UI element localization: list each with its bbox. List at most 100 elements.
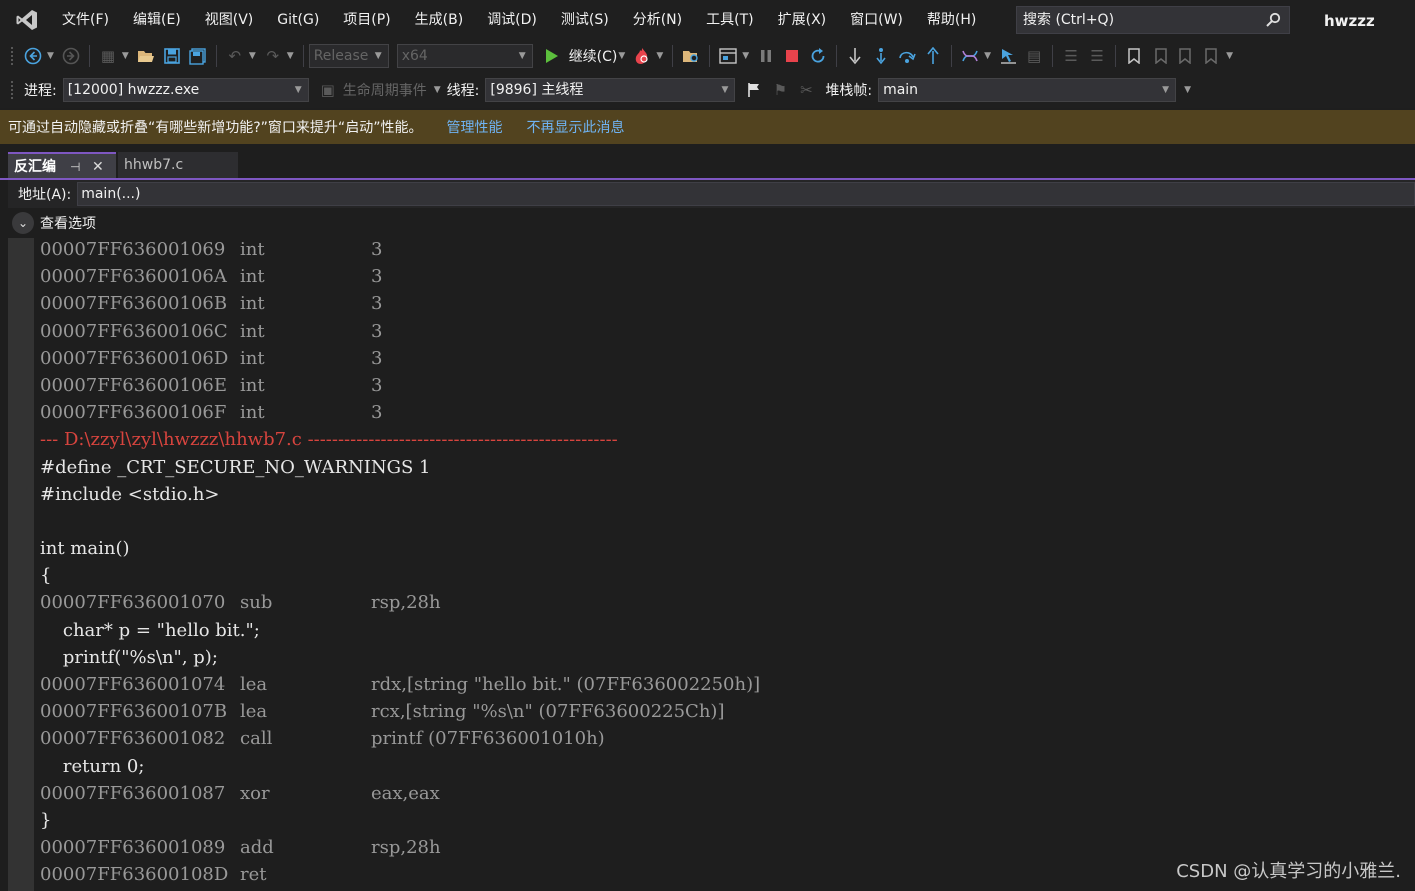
- undo-icon[interactable]: ↶: [224, 45, 246, 67]
- chevron-down-icon[interactable]: ▼: [656, 51, 663, 61]
- pin-icon[interactable]: ⊣: [70, 154, 80, 180]
- instruction-address: 00007FF63600106B: [40, 293, 228, 315]
- save-all-icon[interactable]: [187, 45, 209, 67]
- show-threads-icon[interactable]: [959, 45, 981, 67]
- visual-studio-logo-icon[interactable]: [12, 5, 42, 35]
- chevron-down-icon[interactable]: ▼: [1226, 51, 1233, 61]
- disassembly-line: 00007FF63600107B lea rcx,[string "%s\n" (0…: [40, 698, 1410, 725]
- source-line: return 0;: [40, 753, 1410, 780]
- lifecycle-events-icon[interactable]: ▣: [317, 79, 339, 101]
- tab-source-file[interactable]: hhwb7.c: [118, 152, 238, 178]
- break-all-icon[interactable]: [755, 45, 777, 67]
- tab-disassembly[interactable]: 反汇编 ⊣ ✕: [8, 152, 116, 178]
- show-next-statement-icon[interactable]: ▤: [1023, 45, 1045, 67]
- chevron-down-icon: ▼: [518, 51, 526, 61]
- platform-dropdown[interactable]: x64 ▼: [396, 44, 533, 68]
- menu-view[interactable]: 视图(V): [193, 0, 266, 40]
- address-input[interactable]: main(...): [77, 182, 1415, 206]
- menu-analyze[interactable]: 分析(N): [621, 0, 694, 40]
- chevron-down-icon[interactable]: ▼: [618, 51, 625, 61]
- menu-project[interactable]: 项目(P): [331, 0, 402, 40]
- restart-icon[interactable]: [807, 45, 829, 67]
- redo-icon[interactable]: ↷: [262, 45, 284, 67]
- hot-reload-icon[interactable]: [631, 45, 653, 67]
- disassembly-view[interactable]: 00007FF636001069 int 3 00007FF63600106A int 3…: [40, 236, 1410, 891]
- source-code-text: printf("%s\n", p);: [40, 646, 218, 668]
- stackframe-dropdown[interactable]: main ▼: [878, 78, 1177, 102]
- chevron-down-icon[interactable]: ▼: [122, 51, 129, 61]
- menu-extensions[interactable]: 扩展(X): [766, 0, 839, 40]
- watermark-text: CSDN @认真学习的小雅兰.: [1176, 861, 1401, 882]
- instruction-address: 00007FF636001089: [40, 837, 226, 859]
- new-project-icon[interactable]: ▦: [97, 45, 119, 67]
- configuration-dropdown[interactable]: Release ▼: [308, 44, 389, 68]
- open-in-explorer-icon[interactable]: [680, 45, 702, 67]
- chevron-down-icon[interactable]: ▼: [287, 51, 294, 61]
- menu-window[interactable]: 窗口(W): [838, 0, 915, 40]
- decrease-indent-icon[interactable]: ☰: [1060, 45, 1082, 67]
- open-folder-icon[interactable]: [135, 45, 157, 67]
- menu-help[interactable]: 帮助(H): [915, 0, 988, 40]
- indicator-margin[interactable]: [8, 238, 34, 891]
- navigate-forward-icon[interactable]: [60, 45, 82, 67]
- process-dropdown[interactable]: [12000] hwzzz.exe ▼: [62, 78, 309, 102]
- menu-tools[interactable]: 工具(T): [694, 0, 765, 40]
- menu-debug[interactable]: 调试(D): [475, 0, 549, 40]
- process-label: 进程:: [24, 83, 57, 99]
- continue-play-icon[interactable]: [541, 45, 563, 67]
- chevron-down-icon[interactable]: ▼: [1184, 85, 1191, 95]
- chevron-down-icon[interactable]: ⌄: [12, 212, 34, 234]
- source-code-text: #include <stdio.h>: [40, 483, 220, 505]
- step-over-icon[interactable]: [896, 45, 918, 67]
- next-bookmark-icon[interactable]: [1175, 45, 1197, 67]
- menu-file[interactable]: 文件(F): [50, 0, 121, 40]
- chevron-down-icon: ▼: [374, 51, 382, 61]
- thread-value: [9896] 主线程: [490, 82, 584, 98]
- instruction-mnemonic: xor: [240, 782, 270, 804]
- chevron-down-icon[interactable]: ▼: [249, 51, 256, 61]
- instruction-address: 00007FF63600106D: [40, 347, 229, 369]
- chevron-down-icon[interactable]: ▼: [742, 51, 749, 61]
- menu-build[interactable]: 生成(B): [403, 0, 476, 40]
- thread-dropdown[interactable]: [9896] 主线程 ▼: [485, 78, 736, 102]
- toggle-external-code-icon[interactable]: ✂: [795, 79, 817, 101]
- continue-button[interactable]: 继续(C): [569, 46, 618, 66]
- instruction-mnemonic: lea: [240, 674, 268, 695]
- increase-indent-icon[interactable]: ☰: [1086, 45, 1108, 67]
- menu-git[interactable]: Git(G): [265, 0, 331, 40]
- search-box[interactable]: 搜索 (Ctrl+Q): [1016, 6, 1290, 34]
- dont-show-again-link[interactable]: 不再显示此消息: [526, 117, 624, 137]
- chevron-down-icon[interactable]: ▼: [984, 51, 991, 61]
- navigate-back-icon[interactable]: [22, 45, 44, 67]
- previous-bookmark-icon[interactable]: [1149, 45, 1171, 67]
- chevron-down-icon[interactable]: ▼: [47, 51, 54, 61]
- toolbar-grip[interactable]: [10, 80, 14, 100]
- chevron-down-icon[interactable]: ▼: [434, 85, 441, 95]
- toolbar-separator: [1115, 45, 1117, 67]
- toggle-bookmark-icon[interactable]: [1123, 45, 1145, 67]
- step-into-icon[interactable]: [844, 45, 866, 67]
- manage-performance-link[interactable]: 管理性能: [446, 117, 502, 137]
- chevron-down-icon: ▼: [721, 85, 729, 95]
- instruction-operands: rcx,[string "%s\n" (07FF63600225Ch)]: [371, 701, 725, 723]
- step-out-icon[interactable]: [922, 45, 944, 67]
- diagnostic-window-icon[interactable]: [717, 45, 739, 67]
- clear-bookmarks-icon[interactable]: [1201, 45, 1223, 67]
- lifecycle-events-label[interactable]: 生命周期事件: [343, 80, 427, 100]
- instruction-mnemonic: call: [240, 728, 273, 750]
- menu-test[interactable]: 测试(S): [549, 0, 621, 40]
- save-icon[interactable]: [161, 45, 183, 67]
- source-code-text: char* p = "hello bit.";: [40, 619, 260, 641]
- toolbar-grip[interactable]: [10, 46, 14, 66]
- flag-thread-icon[interactable]: [743, 79, 765, 101]
- stop-debugging-icon[interactable]: [781, 45, 803, 67]
- menu-edit[interactable]: 编辑(E): [121, 0, 193, 40]
- instruction-operands: 3: [371, 293, 383, 315]
- view-options[interactable]: ⌄ 查看选项: [8, 210, 96, 236]
- step-into-specific-icon[interactable]: [870, 45, 892, 67]
- close-icon[interactable]: ✕: [92, 154, 104, 180]
- set-next-statement-icon[interactable]: [997, 45, 1019, 67]
- disassembly-line: 00007FF63600106B int 3: [40, 290, 1410, 317]
- instruction-mnemonic: int: [240, 266, 265, 288]
- show-flagged-threads-icon[interactable]: ⚑: [769, 79, 791, 101]
